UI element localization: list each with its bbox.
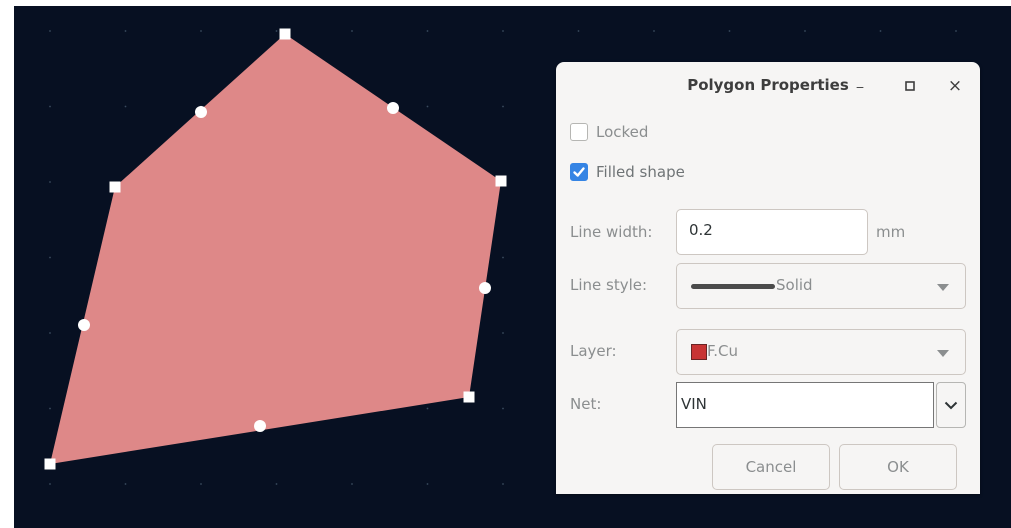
chevron-down-icon — [944, 401, 958, 410]
line-width-value: 0.2 — [689, 221, 713, 239]
dialog-titlebar[interactable]: Polygon Properties _ × — [556, 62, 980, 108]
grid-dot — [49, 483, 51, 485]
maximize-icon — [905, 81, 915, 91]
locked-label: Locked — [596, 123, 649, 141]
layer-dropdown[interactable]: F.Cu — [676, 329, 966, 375]
grid-dot — [200, 30, 202, 32]
line-width-label: Line width: — [570, 223, 653, 241]
grid-dot — [502, 105, 504, 108]
grid-dot — [426, 483, 429, 485]
line-style-sample — [691, 284, 775, 289]
layer-value: F.Cu — [707, 342, 738, 360]
grid-dot — [124, 105, 127, 108]
chevron-down-icon — [937, 350, 949, 357]
midpoint-handle-bottom[interactable] — [254, 420, 266, 432]
line-style-dropdown[interactable]: Solid — [676, 263, 966, 309]
corner-handle-bottom-left[interactable] — [44, 458, 56, 470]
line-width-input[interactable]: 0.2 — [676, 209, 868, 255]
grid-dot — [728, 30, 731, 32]
line-style-label: Line style: — [570, 276, 648, 294]
net-value: VIN — [681, 395, 707, 413]
grid-dot — [200, 483, 202, 485]
filled-shape-label: Filled shape — [596, 163, 685, 181]
grid-dot — [49, 30, 51, 32]
grid-dot — [49, 181, 51, 183]
filled-shape-checkbox-box[interactable] — [570, 163, 588, 181]
grid-dot — [426, 407, 429, 410]
grid-dot — [502, 256, 504, 259]
net-dropdown-button[interactable] — [936, 382, 966, 428]
maximize-button[interactable] — [899, 75, 921, 97]
chevron-down-icon — [937, 284, 949, 291]
grid-dot — [426, 105, 429, 108]
grid-dot — [275, 483, 278, 485]
close-button[interactable]: × — [944, 75, 966, 97]
corner-handle-bottom-right[interactable] — [463, 391, 475, 403]
grid-dot — [653, 30, 655, 32]
cancel-button[interactable]: Cancel — [712, 444, 830, 490]
grid-dot — [804, 30, 806, 32]
grid-dot — [502, 30, 504, 32]
corner-handle-right[interactable] — [495, 175, 507, 187]
grid-dot — [879, 30, 882, 32]
net-label: Net: — [570, 395, 602, 413]
net-input[interactable]: VIN — [676, 382, 934, 428]
grid-dot — [124, 483, 127, 485]
check-icon — [573, 167, 585, 177]
polygon-shape[interactable] — [50, 34, 501, 464]
polygon-properties-dialog: Polygon Properties _ × Locked Filled sha… — [556, 62, 980, 494]
corner-handle-top[interactable] — [279, 28, 291, 40]
grid-dot — [502, 483, 504, 485]
grid-dot — [49, 407, 51, 410]
grid-dot — [49, 332, 51, 334]
midpoint-handle-top-right[interactable] — [387, 102, 399, 114]
grid-dot — [502, 407, 504, 410]
grid-dot — [502, 332, 504, 334]
line-style-value: Solid — [776, 276, 813, 294]
grid-dot — [351, 483, 353, 485]
layer-label: Layer: — [570, 342, 617, 360]
layer-color-swatch — [691, 344, 707, 360]
grid-dot — [275, 30, 278, 32]
locked-checkbox-box[interactable] — [570, 123, 588, 141]
grid-dot — [351, 30, 353, 32]
grid-dot — [955, 30, 957, 32]
grid-dot — [124, 30, 127, 32]
filled-shape-checkbox[interactable]: Filled shape — [570, 162, 730, 184]
midpoint-handle-left[interactable] — [78, 319, 90, 331]
grid-dot — [49, 105, 51, 108]
minimize-button[interactable]: _ — [849, 71, 871, 93]
locked-checkbox[interactable]: Locked — [570, 122, 690, 144]
grid-dot — [49, 256, 51, 259]
ok-button[interactable]: OK — [839, 444, 957, 490]
grid-dot — [577, 30, 580, 32]
midpoint-handle-right[interactable] — [479, 282, 491, 294]
grid-dot — [426, 30, 429, 32]
line-width-units: mm — [876, 223, 906, 241]
midpoint-handle-top-left[interactable] — [195, 106, 207, 118]
corner-handle-left[interactable] — [109, 181, 121, 193]
